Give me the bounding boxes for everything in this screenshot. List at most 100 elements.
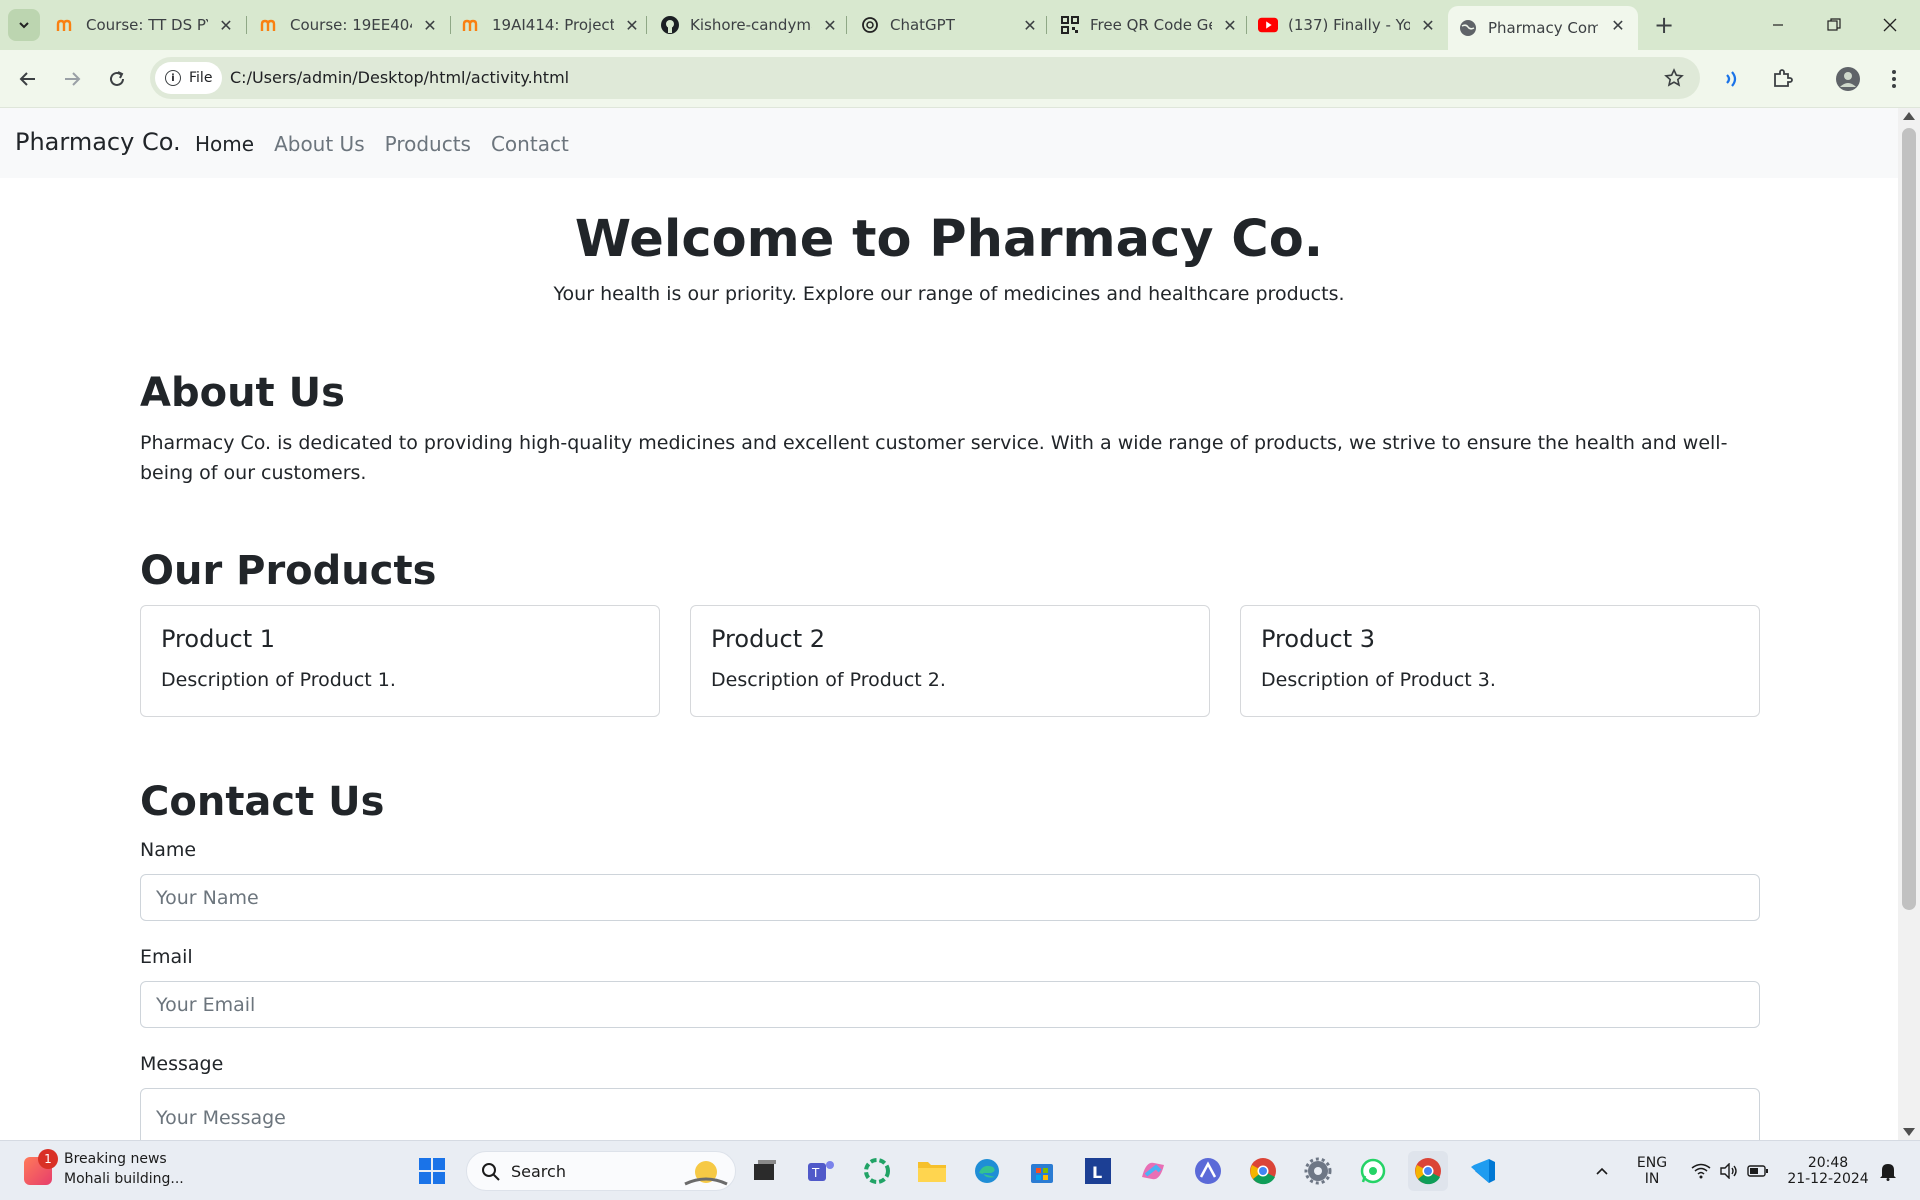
site-info-chip[interactable]: i File	[155, 62, 223, 94]
nav-link-products[interactable]: Products	[385, 132, 471, 156]
file-explorer-app[interactable]	[912, 1151, 952, 1191]
l-app-icon: L	[1085, 1158, 1111, 1184]
news-subtitle: Mohali building...	[64, 1171, 184, 1187]
a-app[interactable]	[1188, 1151, 1228, 1191]
close-icon[interactable]: ✕	[622, 15, 642, 35]
back-button[interactable]	[12, 63, 44, 95]
page-viewport: Pharmacy Co. Home About Us Products Cont…	[0, 108, 1898, 1140]
address-bar[interactable]: i File C:/Users/admin/Desktop/html/activ…	[150, 57, 1700, 99]
language-indicator[interactable]: ENG IN	[1630, 1141, 1674, 1200]
read-aloud-button[interactable]	[1718, 63, 1750, 95]
minimize-button[interactable]	[1750, 6, 1806, 44]
tray-overflow-button[interactable]	[1590, 1141, 1614, 1200]
product-card: Product 1 Description of Product 1.	[140, 605, 660, 717]
url-text[interactable]: C:/Users/admin/Desktop/html/activity.htm…	[230, 68, 569, 87]
bookmark-button[interactable]	[1662, 66, 1686, 90]
message-textarea[interactable]	[140, 1088, 1760, 1140]
close-icon	[1883, 18, 1897, 32]
product-card-text: Description of Product 2.	[711, 669, 946, 691]
reload-button[interactable]	[101, 63, 133, 95]
browser-tab[interactable]: 19AI414: Project ✕	[462, 6, 652, 44]
settings-app[interactable]	[1298, 1151, 1338, 1191]
close-icon[interactable]: ✕	[1220, 15, 1240, 35]
browser-tab[interactable]: ChatGPT ✕	[860, 6, 1050, 44]
scrollbar-thumb[interactable]	[1902, 128, 1916, 910]
hero-subtitle: Your health is our priority. Explore our…	[553, 283, 1345, 305]
start-button[interactable]	[412, 1151, 452, 1191]
browser-tab-active[interactable]: Pharmacy Comp ✕	[1448, 6, 1638, 50]
restore-button[interactable]	[1806, 6, 1862, 44]
folder-icon	[918, 1162, 946, 1182]
tab-search-button[interactable]	[8, 9, 40, 41]
vscode-app[interactable]	[1463, 1151, 1503, 1191]
tab-title: Pharmacy Comp	[1488, 19, 1598, 37]
notifications-button[interactable]	[1876, 1141, 1900, 1200]
name-input[interactable]	[140, 874, 1760, 921]
teams-app[interactable]: T	[801, 1151, 841, 1191]
product-card-title: Product 2	[711, 625, 826, 653]
browser-tab[interactable]: Kishore-candyma ✕	[660, 6, 850, 44]
notification-badge: 1	[38, 1149, 58, 1169]
triangle-app-icon	[1195, 1158, 1221, 1184]
close-icon[interactable]: ✕	[1608, 15, 1628, 35]
system-status-group[interactable]	[1684, 1141, 1776, 1200]
l-app[interactable]: L	[1078, 1151, 1118, 1191]
reload-icon	[110, 71, 124, 86]
taskbar-search[interactable]: Search	[466, 1151, 736, 1191]
forward-button[interactable]	[56, 63, 88, 95]
task-view-icon	[754, 1160, 776, 1180]
message-label: Message	[140, 1053, 224, 1075]
app-ring[interactable]	[857, 1151, 897, 1191]
nav-link-about[interactable]: About Us	[274, 132, 365, 156]
chrome-app-active[interactable]	[1408, 1151, 1448, 1191]
minimize-icon	[1773, 24, 1783, 26]
email-input[interactable]	[140, 981, 1760, 1028]
gear-icon	[1304, 1157, 1332, 1185]
clock[interactable]: 20:48 21-12-2024	[1780, 1141, 1876, 1200]
nav-link-home[interactable]: Home	[195, 132, 254, 156]
chrome-app[interactable]	[1243, 1151, 1283, 1191]
scroll-down-arrow[interactable]	[1903, 1128, 1915, 1136]
copilot-app[interactable]	[1133, 1151, 1173, 1191]
product-card: Product 2 Description of Product 2.	[690, 605, 1210, 717]
tab-separator	[1046, 16, 1047, 34]
restore-icon	[1827, 18, 1841, 31]
page-scrollbar[interactable]	[1898, 108, 1920, 1140]
whatsapp-app[interactable]	[1353, 1151, 1393, 1191]
browser-tab[interactable]: Course: 19EE404 ✕	[260, 6, 450, 44]
close-icon[interactable]: ✕	[820, 15, 840, 35]
tab-separator	[450, 16, 451, 34]
chrome-icon	[1250, 1158, 1276, 1185]
close-icon[interactable]: ✕	[216, 15, 236, 35]
new-tab-button[interactable]: +	[1651, 11, 1677, 39]
tab-separator	[646, 16, 647, 34]
close-icon[interactable]: ✕	[420, 15, 440, 35]
windows-taskbar: 1 Breaking news Mohali building... Searc…	[0, 1140, 1920, 1200]
close-icon[interactable]: ✕	[1418, 15, 1438, 35]
name-label: Name	[140, 839, 197, 861]
chevron-down-icon	[19, 22, 29, 29]
close-window-button[interactable]	[1862, 6, 1918, 44]
browser-tab[interactable]: (137) Finally - Yo ✕	[1258, 6, 1448, 44]
battery-icon	[1747, 1165, 1768, 1177]
store-icon	[1031, 1164, 1053, 1183]
teams-icon: T	[808, 1161, 834, 1181]
task-view-button[interactable]	[745, 1151, 785, 1191]
news-widget[interactable]: 1 Breaking news Mohali building...	[20, 1149, 220, 1193]
profile-avatar[interactable]	[1832, 63, 1864, 95]
nav-link-contact[interactable]: Contact	[491, 132, 569, 156]
browser-tab[interactable]: Free QR Code Ge ✕	[1060, 6, 1250, 44]
chevron-up-icon	[1596, 1167, 1608, 1175]
more-vert-icon	[1892, 70, 1896, 88]
browser-tab[interactable]: Course: TT DS PY ✕	[56, 6, 246, 44]
globe-icon	[1458, 18, 1478, 38]
close-icon[interactable]: ✕	[1020, 15, 1040, 35]
edge-app[interactable]	[967, 1151, 1007, 1191]
extensions-button[interactable]	[1766, 63, 1798, 95]
scroll-up-arrow[interactable]	[1903, 112, 1915, 120]
browser-menu-button[interactable]	[1878, 63, 1910, 95]
news-title: Breaking news	[64, 1151, 167, 1167]
vscode-icon	[1471, 1159, 1495, 1183]
store-app[interactable]	[1022, 1151, 1062, 1191]
navbar-brand[interactable]: Pharmacy Co.	[15, 128, 181, 156]
